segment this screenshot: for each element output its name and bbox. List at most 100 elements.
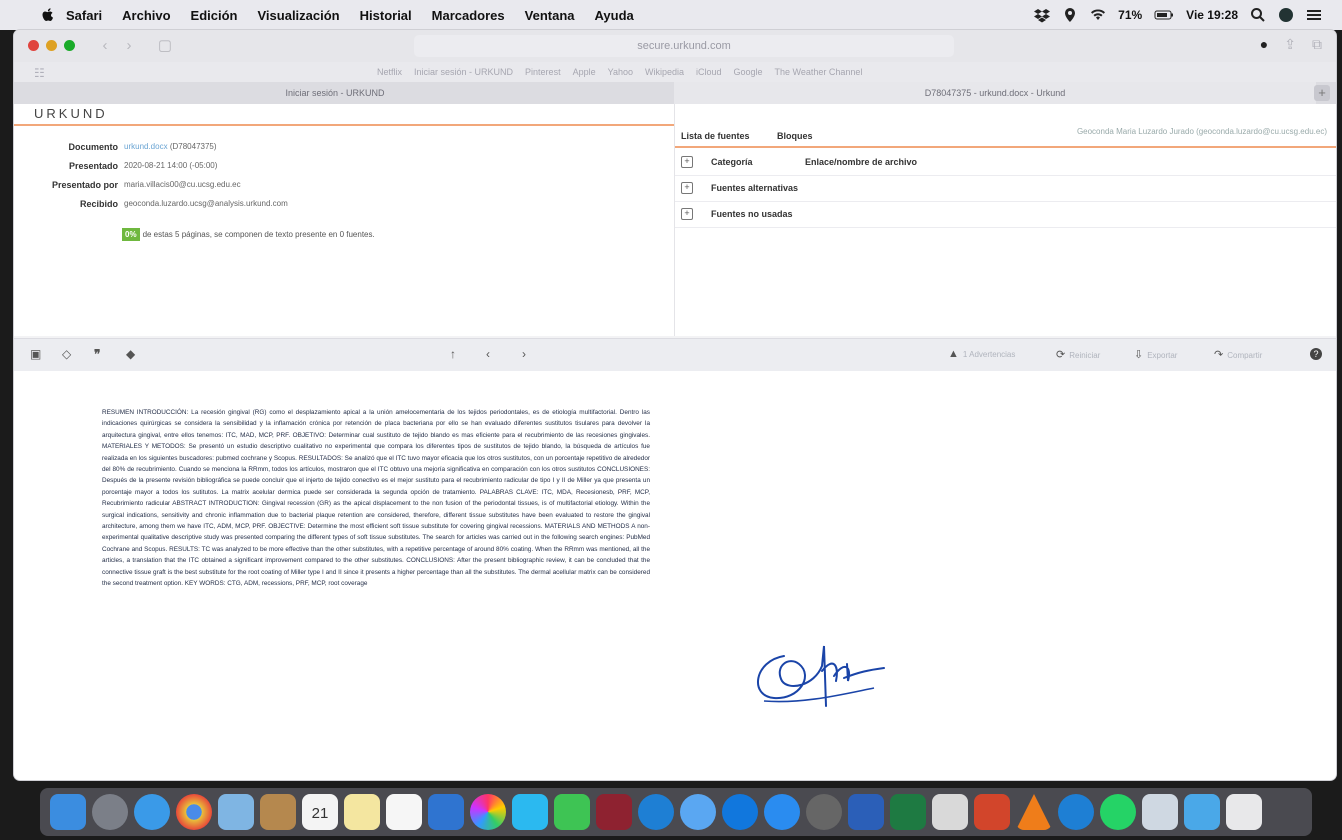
clock[interactable]: Vie 19:28 <box>1186 8 1238 22</box>
photobooth-icon[interactable] <box>596 794 632 830</box>
notes-icon[interactable] <box>344 794 380 830</box>
close-window-button[interactable] <box>28 40 39 51</box>
menu-ventana[interactable]: Ventana <box>525 8 575 23</box>
preview-icon[interactable] <box>218 794 254 830</box>
launchpad-icon[interactable] <box>92 794 128 830</box>
scanner-icon[interactable] <box>1142 794 1178 830</box>
excel-icon[interactable] <box>890 794 926 830</box>
user-icon[interactable] <box>1278 7 1294 23</box>
safari-icon[interactable] <box>134 794 170 830</box>
favorite-wikipedia[interactable]: Wikipedia <box>645 67 684 77</box>
favorite-google[interactable]: Google <box>734 67 763 77</box>
diamond-icon[interactable]: ◇ <box>62 347 71 361</box>
keynote-icon[interactable] <box>428 794 464 830</box>
tab-urkund-document[interactable]: D78047375 - urkund.docx - Urkund <box>674 82 1316 104</box>
share-arrow-icon: ↷ <box>1214 349 1224 361</box>
tab-urkund-login[interactable]: Iniciar sesión - URKUND <box>14 82 656 104</box>
menu-safari[interactable]: Safari <box>66 8 102 23</box>
share-button[interactable]: ↷ Compartir <box>1214 348 1262 361</box>
favorite-pinterest[interactable]: Pinterest <box>525 67 561 77</box>
favorite-apple[interactable]: Apple <box>573 67 596 77</box>
urkund-logo-bar: URKUND <box>14 104 674 126</box>
favorite-icloud[interactable]: iCloud <box>696 67 722 77</box>
expand-icon[interactable]: + <box>681 156 693 168</box>
address-bar[interactable]: secure.urkund.com <box>414 35 954 57</box>
share-icon[interactable]: ⇪ <box>1284 36 1296 53</box>
location-icon[interactable] <box>1062 7 1078 23</box>
menu-marcadores[interactable]: Marcadores <box>432 8 505 23</box>
documento-value: urkund.docx (D78047375) <box>124 142 217 151</box>
finder-icon[interactable] <box>50 794 86 830</box>
zoom-window-button[interactable] <box>64 40 75 51</box>
whatsapp-icon[interactable] <box>1100 794 1136 830</box>
battery-percent: 71% <box>1118 8 1143 22</box>
minimize-window-button[interactable] <box>46 40 57 51</box>
menu-archivo[interactable]: Archivo <box>122 8 170 23</box>
battery-icon[interactable] <box>1154 7 1174 23</box>
calendar-icon[interactable]: 21 <box>302 794 338 830</box>
contacts-icon[interactable] <box>260 794 296 830</box>
urkund-logo: URKUND <box>34 106 108 121</box>
warnings-button[interactable]: ▲ 1 Advertencias <box>948 348 1015 360</box>
reminders-icon[interactable] <box>386 794 422 830</box>
tab-lista-de-fuentes[interactable]: Lista de fuentes <box>681 131 750 141</box>
acrobat-icon[interactable] <box>932 794 968 830</box>
photos-icon[interactable] <box>470 794 506 830</box>
edge2-icon[interactable] <box>1058 794 1094 830</box>
trash-icon[interactable] <box>1226 794 1262 830</box>
sources-row-alternativas[interactable]: + Fuentes alternativas <box>675 175 1336 202</box>
sources-row-no-usadas[interactable]: + Fuentes no usadas <box>675 201 1336 228</box>
image-icon[interactable]: ▣ <box>30 347 41 361</box>
tabs-overview-icon[interactable]: ⧉ <box>1312 36 1322 53</box>
favorite-weather-channel[interactable]: The Weather Channel <box>775 67 863 77</box>
dropbox-icon[interactable] <box>1034 7 1051 23</box>
messages-icon[interactable] <box>512 794 548 830</box>
back-arrow-icon[interactable]: ‹ <box>94 36 116 56</box>
edge-icon[interactable] <box>638 794 674 830</box>
expand-icon[interactable]: + <box>681 208 693 220</box>
wifi-icon[interactable] <box>1090 7 1106 23</box>
teamviewer-icon[interactable] <box>722 794 758 830</box>
prev-arrow-icon[interactable]: ‹ <box>486 347 490 361</box>
reset-label: Reiniciar <box>1069 351 1101 360</box>
favorite-netflix[interactable]: Netflix <box>377 67 402 77</box>
menu-historial[interactable]: Historial <box>360 8 412 23</box>
menu-edicion[interactable]: Edición <box>191 8 238 23</box>
music-icon[interactable] <box>680 794 716 830</box>
preferences-icon[interactable] <box>806 794 842 830</box>
reset-button[interactable]: ⟳ Reiniciar <box>1056 348 1100 361</box>
facetime-icon[interactable] <box>554 794 590 830</box>
tag-icon[interactable]: ◆ <box>126 347 135 361</box>
favorite-yahoo[interactable]: Yahoo <box>608 67 633 77</box>
document-link[interactable]: urkund.docx <box>124 142 168 151</box>
show-all-bookmarks-icon[interactable]: ☷ <box>34 66 45 80</box>
next-arrow-icon[interactable]: › <box>522 347 526 361</box>
chrome-icon[interactable] <box>176 794 212 830</box>
arrow-up-icon[interactable]: ↑ <box>450 347 456 361</box>
sources-row-categoria[interactable]: + Categoría Enlace/nombre de archivo <box>675 149 1336 176</box>
fuentes-no-usadas-label: Fuentes no usadas <box>711 209 793 219</box>
powerpoint-icon[interactable] <box>974 794 1010 830</box>
forward-arrow-icon[interactable]: › <box>118 36 140 56</box>
word-icon[interactable] <box>848 794 884 830</box>
notification-center-icon[interactable] <box>1306 7 1322 23</box>
vlc-icon[interactable] <box>1016 794 1052 830</box>
quote-icon[interactable]: ❞ <box>94 347 100 361</box>
apple-icon[interactable] <box>40 7 56 23</box>
help-icon[interactable]: ? <box>1310 348 1322 360</box>
tab-bloques[interactable]: Bloques <box>777 131 813 141</box>
toolbar-right: ● ⇪ ⧉ <box>1260 36 1322 53</box>
menu-visualizacion[interactable]: Visualización <box>258 8 340 23</box>
user-account-menu[interactable]: Geoconda Maria Luzardo Jurado (geoconda.… <box>1077 127 1327 136</box>
new-tab-button[interactable]: + <box>1314 85 1330 101</box>
menu-ayuda[interactable]: Ayuda <box>595 8 634 23</box>
downloads-icon[interactable] <box>1184 794 1220 830</box>
extension-icon[interactable]: ● <box>1260 36 1268 53</box>
spotlight-search-icon[interactable] <box>1250 7 1266 23</box>
favorite-urkund-login[interactable]: Iniciar sesión - URKUND <box>414 67 513 77</box>
expand-icon[interactable]: + <box>681 182 693 194</box>
sidebar-icon[interactable]: ▢ <box>154 36 176 56</box>
appstore-icon[interactable] <box>764 794 800 830</box>
export-button[interactable]: ⇩ Exportar <box>1134 348 1177 361</box>
favorites-links: Netflix Iniciar sesión - URKUND Pinteres… <box>377 67 862 77</box>
